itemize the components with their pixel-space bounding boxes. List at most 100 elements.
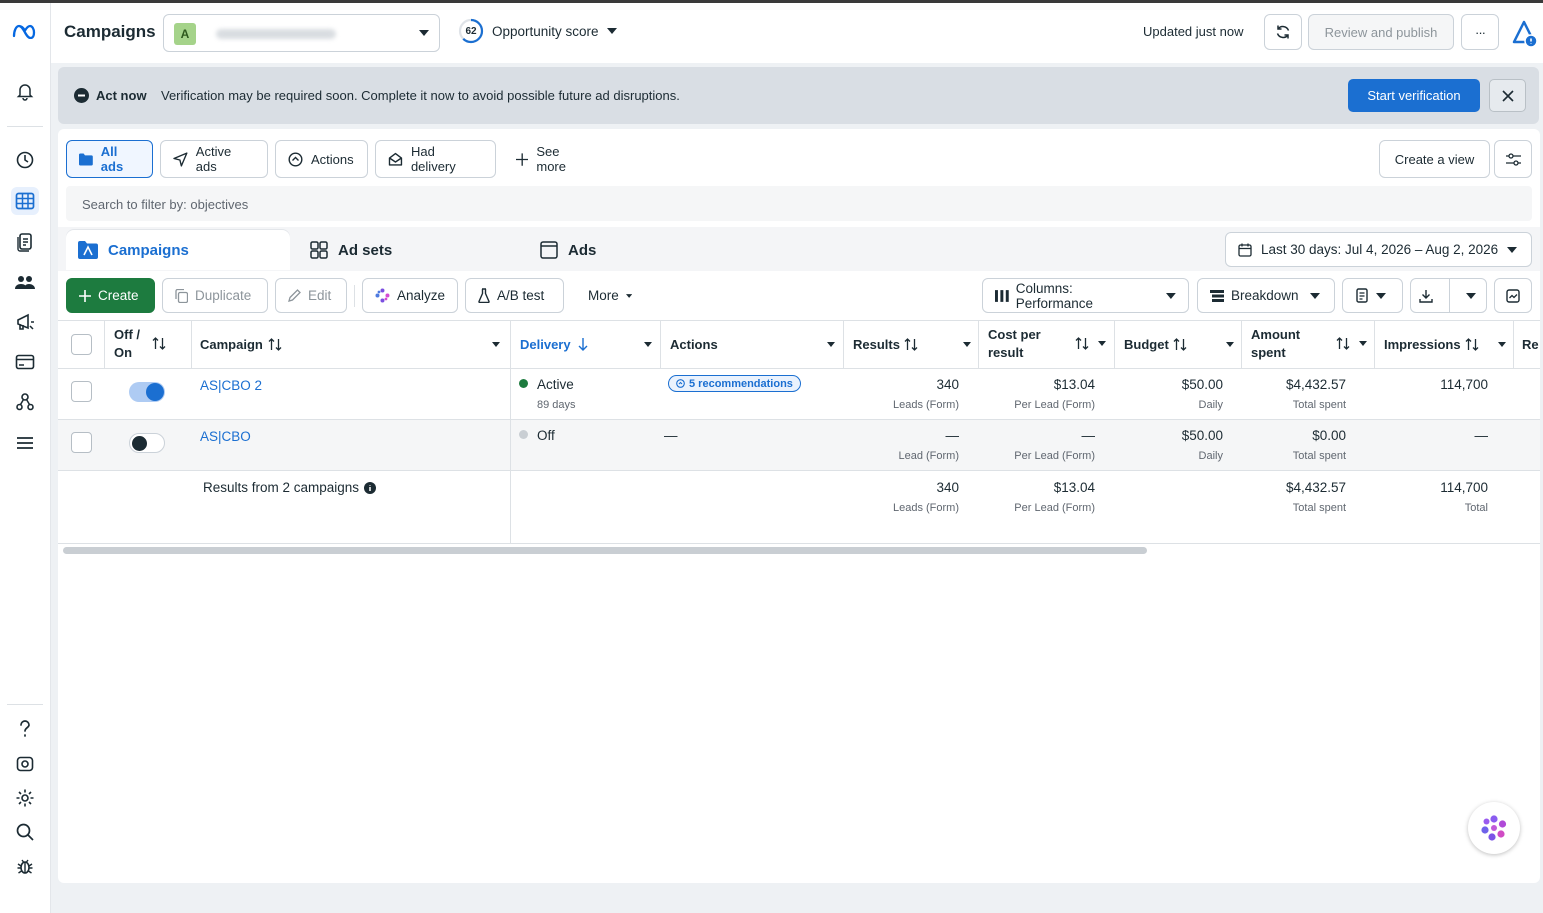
- audiences-icon[interactable]: [11, 268, 39, 296]
- reports-dropdown[interactable]: [1342, 278, 1403, 313]
- report-bug-icon[interactable]: [11, 852, 39, 880]
- notifications-bell-icon[interactable]: [11, 77, 39, 105]
- header-reach[interactable]: Re: [1522, 320, 1540, 368]
- review-and-publish-button[interactable]: Review and publish: [1308, 14, 1454, 50]
- column-menu-caret-icon: [1359, 341, 1367, 346]
- header-campaign[interactable]: Campaign: [200, 320, 500, 368]
- ads-reporting-icon[interactable]: [11, 308, 39, 336]
- plus-icon: [79, 289, 91, 302]
- tab-campaigns[interactable]: Campaigns: [66, 230, 290, 270]
- meta-logo-icon[interactable]: [11, 17, 39, 45]
- rail-divider: [7, 126, 43, 127]
- budget-value: $50.00: [1181, 428, 1223, 443]
- results-value: —: [945, 428, 960, 443]
- export-split-button[interactable]: [1410, 278, 1487, 313]
- ab-test-button[interactable]: A/B test: [465, 278, 564, 313]
- summary-label-wrap: Results from 2 campaigns: [203, 480, 377, 495]
- more-actions-dropdown[interactable]: More: [575, 278, 645, 313]
- assistant-flower-icon: [1481, 815, 1507, 841]
- tab-ad-sets[interactable]: Ad sets: [298, 230, 520, 270]
- analyze-sparkle-icon: [375, 288, 390, 303]
- summary-results-value: 340: [936, 480, 959, 495]
- filter-chip-had-delivery[interactable]: Had delivery: [375, 140, 496, 178]
- tab-ads[interactable]: Ads: [528, 230, 749, 270]
- breakdown-dropdown[interactable]: Breakdown: [1197, 278, 1335, 313]
- sort-icon[interactable]: [152, 337, 166, 350]
- header-off-on[interactable]: Off / On: [114, 320, 186, 368]
- account-overview-icon[interactable]: [11, 146, 39, 174]
- create-button[interactable]: Create: [66, 278, 155, 313]
- date-range-picker[interactable]: Last 30 days: Jul 4, 2026 – Aug 2, 2026: [1225, 232, 1532, 267]
- header-cost-per-result[interactable]: Cost per result: [988, 320, 1106, 368]
- more-options-button[interactable]: ···: [1461, 14, 1499, 50]
- campaign-on-toggle[interactable]: [129, 382, 165, 402]
- opportunity-score-ring: 62: [458, 18, 484, 44]
- sort-descending-icon: [578, 337, 588, 351]
- horizontal-scrollbar[interactable]: [63, 547, 1147, 554]
- account-avatar-icon[interactable]: [1510, 18, 1540, 48]
- close-banner-button[interactable]: [1489, 79, 1526, 112]
- header-off-on-line2: On: [114, 345, 133, 360]
- header-impressions[interactable]: Impressions: [1384, 320, 1506, 368]
- sort-icon: [1465, 337, 1479, 351]
- business-settings-icon[interactable]: [11, 388, 39, 416]
- view-settings-button[interactable]: [1494, 140, 1532, 178]
- export-options-button[interactable]: [1456, 292, 1486, 299]
- sort-icon: [1173, 337, 1187, 351]
- left-nav-rail: [0, 3, 51, 913]
- toolbar-divider: [354, 285, 355, 307]
- recommendations-label: 5 recommendations: [689, 377, 793, 390]
- campaigns-table-icon[interactable]: [11, 187, 39, 215]
- edit-button[interactable]: Edit: [275, 278, 347, 313]
- billing-icon[interactable]: [11, 348, 39, 376]
- info-icon[interactable]: [364, 481, 377, 494]
- ai-assistant-button[interactable]: [1468, 802, 1520, 854]
- columns-dropdown[interactable]: Columns: Performance: [982, 278, 1189, 313]
- row-checkbox[interactable]: [71, 432, 92, 453]
- campaign-name-link[interactable]: AS|CBO 2: [200, 378, 262, 393]
- feedback-icon[interactable]: [11, 750, 39, 778]
- header-results[interactable]: Results: [853, 320, 971, 368]
- filter-chip-label: Actions: [311, 151, 354, 167]
- header-impressions-label: Impressions: [1384, 336, 1461, 352]
- filter-chip-active-ads[interactable]: Active ads: [160, 140, 268, 178]
- search-icon[interactable]: [11, 818, 39, 846]
- settings-gear-icon[interactable]: [11, 784, 39, 812]
- actions-icon: [288, 151, 303, 167]
- ad-account-selector[interactable]: A: [163, 14, 440, 52]
- charts-toggle-button[interactable]: [1494, 278, 1532, 313]
- duplicate-icon: [175, 288, 188, 303]
- header-amount-spent[interactable]: Amount spent: [1251, 320, 1367, 368]
- rail-divider-bottom: [7, 704, 43, 705]
- select-all-checkbox[interactable]: [71, 334, 92, 355]
- reports-icon[interactable]: [11, 228, 39, 256]
- objective-filter-search-input[interactable]: Search to filter by: objectives: [66, 186, 1532, 221]
- filter-chip-all-ads[interactable]: All ads: [66, 140, 153, 178]
- duplicate-button[interactable]: Duplicate: [162, 278, 268, 313]
- tab-label: Campaigns: [108, 241, 189, 259]
- filter-chip-actions[interactable]: Actions: [275, 140, 368, 178]
- delivery-status-dot: [519, 379, 528, 388]
- analyze-button[interactable]: Analyze: [362, 278, 458, 313]
- see-more-filters-button[interactable]: See more: [503, 140, 603, 178]
- amount-spent-subtext: Total spent: [1292, 450, 1346, 462]
- campaign-off-toggle[interactable]: [129, 433, 165, 453]
- all-tools-menu-icon[interactable]: [11, 429, 39, 457]
- start-verification-button[interactable]: Start verification: [1348, 79, 1480, 112]
- header-actions[interactable]: Actions: [670, 320, 835, 368]
- refresh-button[interactable]: [1264, 14, 1302, 50]
- report-sheet-icon: [1356, 288, 1368, 303]
- row-checkbox[interactable]: [71, 381, 92, 402]
- create-a-view-button[interactable]: Create a view: [1379, 140, 1490, 178]
- banner-message: Verification may be required soon. Compl…: [161, 88, 680, 103]
- recommendations-badge[interactable]: 5 recommendations: [668, 375, 801, 392]
- column-menu-caret-icon: [1226, 341, 1234, 347]
- header-budget[interactable]: Budget: [1124, 320, 1234, 368]
- header-delivery[interactable]: Delivery: [520, 320, 652, 368]
- help-icon[interactable]: [11, 715, 39, 743]
- summary-cost-value: $13.04: [1053, 480, 1095, 495]
- export-button[interactable]: [1411, 289, 1442, 303]
- edit-label: Edit: [308, 288, 332, 303]
- campaign-name-link[interactable]: AS|CBO: [200, 429, 251, 444]
- opportunity-score-dropdown[interactable]: 62 Opportunity score: [458, 18, 617, 44]
